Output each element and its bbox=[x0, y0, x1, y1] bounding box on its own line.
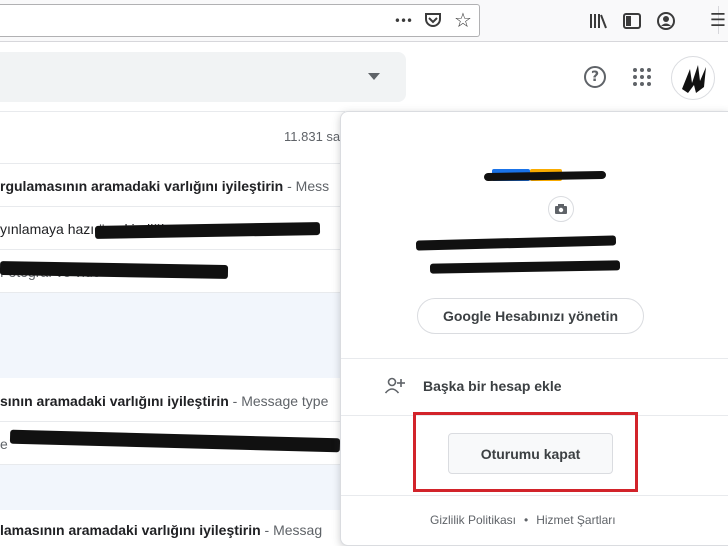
terms-of-service-link[interactable]: Hizmet Şartları bbox=[536, 513, 615, 527]
email-subject: rgulamasının aramadaki varlığını iyileşt… bbox=[0, 178, 284, 194]
footer-separator: • bbox=[524, 513, 529, 527]
menu-icon[interactable]: ☰ bbox=[708, 10, 728, 31]
list-divider bbox=[0, 111, 345, 112]
message-count: 11.831 sa bbox=[284, 129, 341, 144]
email-snippet: - Messag bbox=[260, 522, 323, 538]
list-gap bbox=[0, 293, 345, 378]
help-icon[interactable]: ? bbox=[584, 66, 606, 88]
browser-toolbar: ••• ☆ ☰ bbox=[0, 0, 728, 42]
privacy-policy-link[interactable]: Gizlilik Politikası bbox=[430, 513, 516, 527]
popup-footer: Gizlilik Politikası • Hizmet Şartları bbox=[430, 513, 616, 527]
apps-grid-icon[interactable] bbox=[633, 68, 651, 86]
popup-divider bbox=[341, 495, 728, 496]
email-snippet: e bbox=[0, 436, 8, 452]
popup-divider bbox=[341, 358, 728, 359]
list-divider bbox=[0, 421, 345, 422]
email-snippet: - Message type bbox=[228, 393, 329, 409]
change-photo-button[interactable] bbox=[548, 196, 574, 222]
email-snippet: - Mess bbox=[283, 178, 330, 194]
sidebar-icon[interactable] bbox=[622, 11, 642, 31]
account-icon[interactable] bbox=[656, 11, 676, 31]
more-dots-icon[interactable]: ••• bbox=[392, 11, 414, 31]
library-icon[interactable] bbox=[588, 11, 608, 31]
list-divider bbox=[0, 163, 345, 164]
avatar[interactable] bbox=[671, 56, 715, 100]
camera-icon bbox=[555, 204, 567, 214]
profile-picture bbox=[483, 166, 607, 186]
list-divider bbox=[0, 206, 345, 207]
manage-account-button[interactable]: Google Hesabınızı yönetin bbox=[417, 298, 644, 334]
pocket-icon[interactable] bbox=[423, 10, 443, 30]
table-row[interactable]: sının aramadaki varlığını iyileştirin - … bbox=[0, 381, 345, 421]
table-row[interactable]: lamasının aramadaki varlığını iyileştiri… bbox=[0, 510, 345, 546]
table-row[interactable]: rgulamasının aramadaki varlığını iyileşt… bbox=[0, 166, 345, 206]
email-subject: lamasının aramadaki varlığını iyileştiri… bbox=[0, 522, 261, 538]
add-account-icon[interactable] bbox=[384, 376, 406, 396]
email-subject: sının aramadaki varlığını iyileştirin bbox=[0, 393, 229, 409]
list-gap bbox=[0, 465, 345, 510]
list-divider bbox=[0, 249, 345, 250]
bookmark-star-icon[interactable]: ☆ bbox=[452, 8, 474, 32]
add-account-button[interactable]: Başka bir hesap ekle bbox=[423, 378, 562, 394]
search-box[interactable] bbox=[0, 52, 406, 102]
search-options-caret-icon[interactable] bbox=[368, 73, 380, 80]
sign-out-button[interactable]: Oturumu kapat bbox=[448, 433, 613, 474]
